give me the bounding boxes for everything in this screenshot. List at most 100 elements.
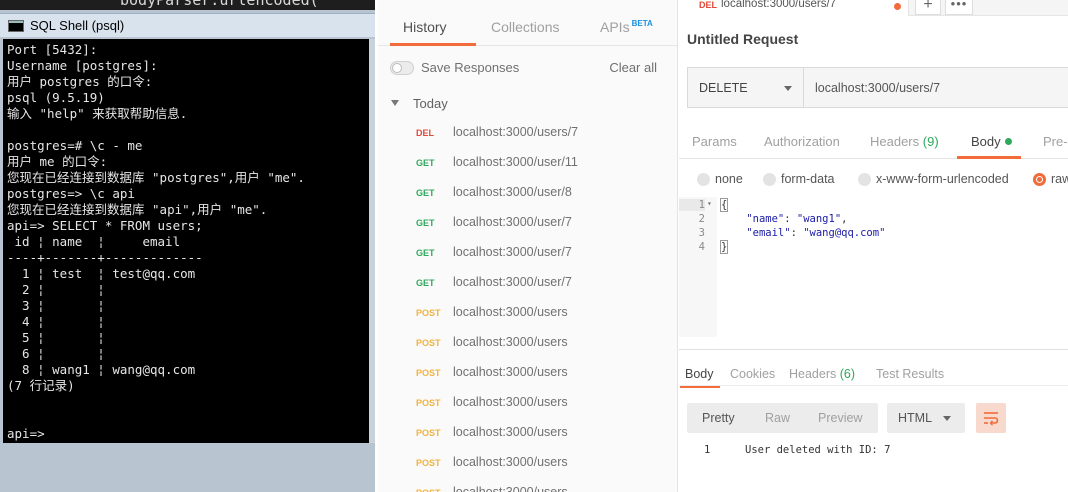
view-pretty-button[interactable]: Pretty: [702, 411, 735, 425]
active-response-tab-indicator: [680, 386, 720, 388]
terminal-line: ----+-------+-------------: [7, 250, 203, 265]
response-tab-body[interactable]: Body: [685, 367, 714, 381]
method-dropdown[interactable]: DELETE: [688, 68, 804, 107]
history-item[interactable]: POST localhost:3000/users: [378, 388, 677, 418]
history-group-today[interactable]: Today: [378, 92, 677, 114]
response-tab-tests[interactable]: Test Results: [876, 367, 944, 381]
json-key: "name": [746, 213, 785, 225]
terminal-line: postgres=> \c api: [7, 186, 135, 201]
line-number: 1: [679, 199, 705, 211]
terminal-line: 输入 "help" 来获取帮助信息.: [7, 106, 188, 121]
tab-apis-label: APIs: [600, 19, 630, 35]
terminal-line: 用户 postgres 的口令:: [7, 74, 153, 89]
code-line: 1 ▾ {: [679, 198, 1068, 213]
terminal-line: postgres=# \c - me: [7, 138, 143, 153]
code-text: "email": "wang@qq.com": [746, 227, 886, 239]
json-value: "wang1": [796, 213, 842, 225]
history-item-url: localhost:3000/users: [453, 305, 568, 319]
terminal-scrollbar[interactable]: [369, 39, 375, 443]
history-item[interactable]: POST localhost:3000/users: [378, 418, 677, 448]
tab-params[interactable]: Params: [692, 134, 737, 149]
new-tab-button[interactable]: +: [915, 0, 941, 15]
tab-headers[interactable]: Headers (9): [870, 134, 939, 149]
tab-collections[interactable]: Collections: [491, 19, 559, 35]
request-title[interactable]: Untitled Request: [687, 31, 798, 47]
history-item-method: POST: [416, 338, 441, 348]
tab-prerequest[interactable]: Pre-r: [1043, 134, 1068, 149]
tab-body[interactable]: Body: [971, 134, 1012, 149]
save-responses-toggle[interactable]: [390, 61, 414, 75]
url-input[interactable]: localhost:3000/users/7: [815, 81, 940, 95]
body-indicator-dot: [1004, 138, 1012, 145]
tab-body-label: Body: [971, 134, 1001, 149]
history-item[interactable]: POST localhost:3000/users: [378, 448, 677, 478]
view-raw-button[interactable]: Raw: [765, 411, 790, 425]
history-item-method: GET: [416, 188, 435, 198]
radio-raw[interactable]: [1033, 173, 1046, 186]
body-code-editor[interactable]: 1 ▾ { 2 "name": "wang1", 3 "email": "wan…: [679, 197, 1068, 337]
history-item[interactable]: POST localhost:3000/users: [378, 358, 677, 388]
history-item-url: localhost:3000/user/11: [453, 155, 578, 169]
terminal-line: 5 ¦ ¦: [7, 330, 105, 345]
history-item[interactable]: GET localhost:3000/user/7: [378, 268, 677, 298]
more-tabs-button[interactable]: •••: [945, 0, 973, 15]
clear-all-button[interactable]: Clear all: [609, 60, 657, 75]
history-item-url: localhost:3000/users: [453, 335, 568, 349]
terminal-icon: [8, 19, 24, 32]
history-item-url: localhost:3000/users: [453, 455, 568, 469]
wrap-lines-button[interactable]: [976, 403, 1006, 433]
history-item-method: GET: [416, 248, 435, 258]
history-item[interactable]: GET localhost:3000/user/11: [378, 148, 677, 178]
history-item-method: GET: [416, 278, 435, 288]
sql-shell-window: bodyParser.urlencoded( SQL Shell (psql) …: [0, 0, 375, 492]
tab-apis[interactable]: APIs BETA: [600, 19, 653, 35]
view-preview-button[interactable]: Preview: [818, 411, 862, 425]
terminal-line: 您现在已经连接到数据库 "api",用户 "me".: [7, 202, 268, 217]
history-item[interactable]: GET localhost:3000/user/7: [378, 238, 677, 268]
response-body[interactable]: 1 User deleted with ID: 7: [679, 443, 1068, 463]
response-tabs: Body Cookies Headers (6) Test Results: [679, 350, 1068, 388]
json-close-brace: }: [719, 240, 729, 254]
terminal-output[interactable]: Port [5432]: Username [postgres]: 用户 postg…: [3, 39, 369, 443]
history-item[interactable]: DEL localhost:3000/users/7: [378, 118, 677, 148]
fold-arrow-icon[interactable]: ▾: [707, 199, 712, 208]
request-pane: DEL localhost:3000/users/7 + ••• Untitle…: [679, 0, 1068, 492]
history-item[interactable]: GET localhost:3000/user/8: [378, 178, 677, 208]
headers-count: (9): [922, 134, 939, 149]
request-tab[interactable]: DEL localhost:3000/users/7: [679, 0, 909, 16]
request-tabbar: DEL localhost:3000/users/7 + •••: [679, 0, 1068, 16]
history-list: DEL localhost:3000/users/7 GET localhost:30…: [378, 118, 677, 492]
tab-history[interactable]: History: [403, 19, 447, 35]
json-open-brace: {: [719, 198, 729, 212]
line-number: 2: [698, 213, 705, 225]
code-text: "name": "wang1",: [746, 213, 848, 225]
terminal-line: id ¦ name ¦ email: [7, 234, 181, 249]
response-tab-cookies[interactable]: Cookies: [730, 367, 775, 381]
tab-authorization[interactable]: Authorization: [764, 134, 840, 149]
history-item[interactable]: POST localhost:3000/users: [378, 298, 677, 328]
history-item[interactable]: GET localhost:3000/user/7: [378, 208, 677, 238]
history-group-label: Today: [413, 96, 448, 111]
sql-shell-titlebar[interactable]: SQL Shell (psql): [0, 13, 375, 37]
radio-form-data-label: form-data: [781, 172, 835, 186]
history-item[interactable]: POST localhost:3000/users: [378, 478, 677, 492]
radio-urlencoded[interactable]: [858, 173, 871, 186]
response-text: User deleted with ID: 7: [745, 444, 891, 456]
radio-form-data[interactable]: [763, 173, 776, 186]
format-dropdown[interactable]: HTML: [887, 403, 965, 433]
request-subtabs: Params Authorization Headers (9) Body Pr…: [679, 124, 1068, 159]
history-item[interactable]: POST localhost:3000/users: [378, 328, 677, 358]
response-tab-headers[interactable]: Headers (6): [789, 367, 855, 381]
caret-down-icon: [391, 100, 399, 106]
terminal-line: 4 ¦ ¦: [7, 314, 105, 329]
response-tab-headers-label: Headers: [789, 367, 837, 381]
format-label: HTML: [898, 411, 933, 425]
response-headers-count: (6): [839, 367, 856, 381]
toggle-knob: [392, 63, 402, 73]
history-item-method: GET: [416, 218, 435, 228]
terminal-line: 6 ¦ ¦: [7, 346, 105, 361]
radio-none[interactable]: [697, 173, 710, 186]
